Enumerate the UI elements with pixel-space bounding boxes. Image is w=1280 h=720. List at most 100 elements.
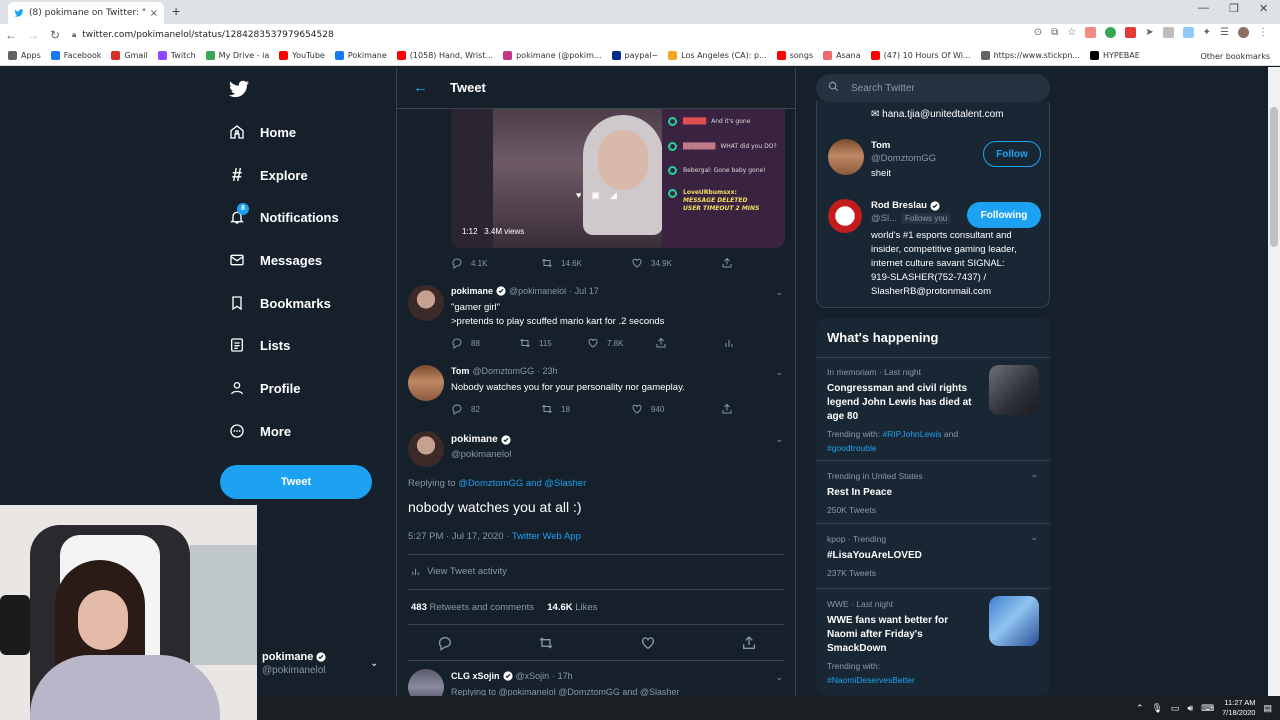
chevron-down-icon[interactable]: ⌄ [775, 287, 783, 298]
scrollbar-thumb[interactable] [1270, 107, 1278, 247]
megaphone-icon[interactable]: ◢ [610, 190, 617, 201]
avatar[interactable] [828, 139, 864, 175]
bookmark-item[interactable]: https://www.stickpn... [980, 51, 1080, 60]
share-icon[interactable] [741, 635, 757, 651]
trend-item[interactable]: kpop · Trending #LisaYouAreLOVED 237K Tw… [816, 523, 1050, 588]
twitter-logo-icon[interactable] [228, 78, 250, 100]
like-count[interactable]: 14.6K [547, 602, 572, 613]
network-icon[interactable]: ▭ [1171, 703, 1180, 714]
trend-item[interactable]: WWE · Last night WWE fans want better fo… [816, 588, 1050, 696]
bookmark-item[interactable]: YouTube [279, 51, 325, 60]
profile-avatar-icon[interactable] [1238, 27, 1249, 38]
menu-dots-icon[interactable]: ⋮ [1258, 27, 1268, 38]
puzzle-icon[interactable]: ✦ [1203, 27, 1211, 38]
nav-notifications[interactable]: 8 Notifications [228, 203, 339, 226]
bookmark-item[interactable]: paypal~ [611, 51, 658, 60]
chevron-down-icon[interactable]: ⌄ [1030, 532, 1038, 543]
bookmark-item[interactable]: Pokimane [334, 51, 387, 60]
extension-icon[interactable] [1162, 27, 1174, 38]
hashtag-link[interactable]: #NaomiDeservesBetter [827, 673, 915, 687]
bookmark-item[interactable]: Twitch [157, 51, 196, 60]
nav-bookmarks[interactable]: Bookmarks [228, 294, 331, 312]
grammarly-icon[interactable] [1105, 27, 1117, 38]
bookmark-item[interactable]: Facebook [50, 51, 101, 60]
bookmark-item[interactable]: pokimane (@pokim... [503, 51, 602, 60]
new-tab-button[interactable]: + [172, 3, 180, 19]
other-bookmarks[interactable]: Other bookmarks [1200, 52, 1270, 61]
avatar[interactable] [408, 365, 444, 401]
like-button[interactable]: 7.8K [587, 337, 655, 349]
mention-link[interactable]: @Slasher [544, 478, 586, 489]
nav-profile[interactable]: Profile [228, 379, 300, 397]
tweet-author-handle[interactable]: @pokimanelol [451, 449, 511, 460]
tweet-author-handle[interactable]: @pokimanelol [509, 286, 566, 296]
bookmark-item[interactable]: (1058) Hand, Wrist... [396, 51, 493, 60]
extension-icon[interactable] [1085, 27, 1097, 38]
share-button[interactable] [721, 403, 741, 415]
retweet-button[interactable]: 115 [519, 337, 587, 349]
share-button[interactable] [721, 257, 741, 269]
heart-icon[interactable]: ♥ [576, 190, 581, 201]
retweet-button[interactable]: 18 [541, 403, 631, 415]
share-button[interactable] [655, 337, 723, 349]
compose-tweet-button[interactable]: Tweet [220, 465, 372, 499]
keyboard-icon[interactable]: ⌨ [1201, 703, 1214, 714]
avatar[interactable] [408, 285, 444, 321]
tweet-date[interactable]: · 17h [552, 671, 573, 681]
volume-icon[interactable]: 🔊︎ [1187, 703, 1193, 714]
chevron-up-icon[interactable]: ⌃ [1136, 703, 1144, 714]
nav-messages[interactable]: Messages [228, 251, 322, 269]
back-arrow-icon[interactable]: ← [413, 79, 428, 96]
retweet-button[interactable]: 14.6K [541, 257, 631, 269]
bookmark-item[interactable]: songs [776, 51, 813, 60]
reading-list-icon[interactable]: ☰ [1220, 27, 1229, 38]
taskbar-clock[interactable]: 11:27 AM 7/18/2020 [1222, 698, 1255, 718]
mention-link[interactable]: @DomztomGG [458, 478, 523, 489]
bookmark-item[interactable]: My Drive - ia [205, 51, 269, 60]
bookmark-item[interactable]: Asana [823, 51, 861, 60]
page-scrollbar[interactable] [1268, 67, 1280, 696]
search-input[interactable]: Search Twitter [816, 74, 1050, 102]
gift-icon[interactable]: ▣ [591, 190, 600, 201]
reply-button[interactable]: 88 [451, 337, 519, 349]
tweet-author-name[interactable]: pokimane [451, 434, 498, 445]
microphone-icon[interactable]: 🎙︎ [1151, 703, 1162, 714]
source-link[interactable]: Twitter Web App [512, 531, 581, 542]
bookmark-item[interactable]: Apps [8, 51, 41, 60]
hashtag-link[interactable]: #RIPJohnLewis [882, 429, 941, 439]
trend-item[interactable]: Trending in United States Rest In Peace … [816, 460, 1050, 523]
chevron-down-icon[interactable]: ⌄ [1030, 469, 1038, 480]
reload-icon[interactable]: ↻ [44, 28, 66, 42]
browser-tab[interactable]: (8) pokimane on Twitter: "@Dom × [8, 2, 164, 24]
nav-more[interactable]: More [228, 422, 291, 440]
tweet-date[interactable]: · 23h [537, 366, 558, 376]
tweet-author-name[interactable]: pokimane [451, 286, 493, 296]
avatar[interactable] [828, 199, 862, 233]
account-switcher[interactable]: pokimane @pokimanelol [262, 651, 326, 676]
video-player[interactable]: █████: And it's gone ███████: WHAT did you… [451, 105, 785, 248]
view-activity-link[interactable]: View Tweet activity [410, 566, 507, 577]
url-field[interactable]: 🔒︎ twitter.com/pokimanelol/status/128428… [72, 30, 334, 40]
analytics-button[interactable] [723, 337, 743, 349]
maximize-icon[interactable]: ❐ [1229, 2, 1239, 15]
bookmark-item[interactable]: Gmail [111, 51, 148, 60]
chevron-down-icon[interactable]: ⌄ [775, 367, 783, 378]
extension-icon[interactable] [1125, 27, 1137, 38]
arrow-extension-icon[interactable]: ➤ [1145, 27, 1153, 38]
following-button[interactable]: Following [967, 202, 1041, 228]
star-icon[interactable]: ☆ [1067, 27, 1076, 38]
forward-arrow-icon[interactable]: → [22, 28, 44, 42]
avatar[interactable] [408, 669, 444, 696]
tab-close-icon[interactable]: × [150, 8, 158, 19]
chevron-down-icon[interactable]: ⌄ [775, 434, 783, 445]
heart-icon[interactable] [640, 635, 656, 651]
nav-explore[interactable]: # Explore [228, 165, 308, 185]
tweet-author-handle[interactable]: @DomztomGG [472, 366, 534, 376]
notifications-icon[interactable]: ▤ [1263, 703, 1272, 714]
like-button[interactable]: 34.9K [631, 257, 721, 269]
avatar[interactable] [408, 431, 444, 467]
location-icon[interactable]: ⊙ [1034, 27, 1042, 38]
reply-button[interactable]: 82 [451, 403, 541, 415]
chevron-down-icon[interactable]: ⌄ [370, 658, 378, 669]
tweet-author-name[interactable]: Tom [451, 366, 469, 376]
